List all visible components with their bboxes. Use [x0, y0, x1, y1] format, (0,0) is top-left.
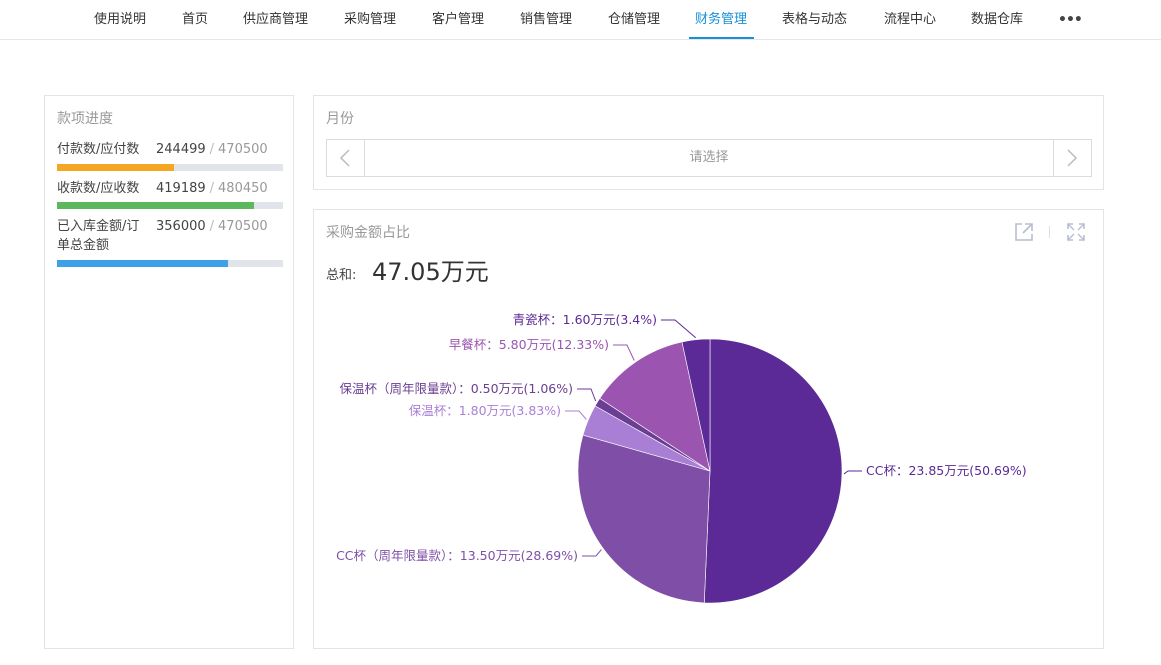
nav-item-process[interactable]: 流程中心 [884, 0, 936, 40]
progress-label-payable: 付款数/应付数 [57, 142, 140, 157]
prev-month-button[interactable] [327, 140, 365, 176]
pie-slice-label: 青瓷杯：1.60万元(3.4%) [513, 312, 657, 327]
month-selector: 请选择 [326, 139, 1092, 177]
nav-item-tables[interactable]: 表格与动态 [782, 0, 847, 40]
progress-fill [57, 164, 175, 171]
progress-bar-stocked [57, 260, 283, 267]
pie-leader-line [613, 344, 635, 361]
nav-item-warehouse[interactable]: 仓储管理 [608, 0, 660, 40]
chevron-left-icon [339, 149, 350, 167]
month-select-input[interactable]: 请选择 [366, 140, 1052, 176]
progress-bar-receivable [57, 202, 283, 209]
pie-leader-line [843, 470, 862, 475]
nav-item-purchase[interactable]: 采购管理 [344, 0, 396, 40]
panel-title: 月份 [326, 111, 354, 127]
nav-item-warehouse-data[interactable]: 数据仓库 [971, 0, 1023, 40]
nav-item-manual[interactable]: 使用说明 [94, 0, 146, 40]
progress-fill [57, 202, 255, 209]
progress-label-receivable: 收款数/应收数 [57, 181, 140, 196]
active-tab-indicator [689, 37, 754, 39]
nav-item-sales[interactable]: 销售管理 [520, 0, 572, 40]
pie-slice-label: CC杯（周年限量款）：13.50万元(28.69%) [336, 548, 578, 563]
progress-value-receivable: 419189/480450 [156, 181, 268, 196]
pie-slice-label: CC杯：23.85万元(50.69%) [866, 463, 1027, 478]
nav-item-customer[interactable]: 客户管理 [432, 0, 484, 40]
more-menu-button[interactable]: ••• [1058, 0, 1083, 40]
progress-fill [57, 260, 228, 267]
pie-leader-line [661, 319, 697, 339]
progress-value-stocked: 356000/470500 [156, 219, 268, 234]
next-month-button[interactable] [1053, 140, 1091, 176]
nav-item-home[interactable]: 首页 [182, 0, 208, 40]
payment-progress-panel: 款项进度 付款数/应付数 244499/470500 收款数/应收数 41918… [44, 95, 294, 649]
top-navigation: 使用说明 首页 供应商管理 采购管理 客户管理 销售管理 仓储管理 财务管理 表… [0, 0, 1161, 40]
pie-leader-line [565, 410, 587, 420]
pie-slice-label: 保温杯（周年限量款）：0.50万元(1.06%) [339, 381, 573, 396]
pie-slice-label: 保温杯：1.80万元(3.83%) [409, 403, 561, 418]
month-filter-panel: 月份 请选择 [313, 95, 1104, 190]
chevron-right-icon [1067, 149, 1078, 167]
panel-title: 款项进度 [57, 111, 113, 127]
purchase-pie-chart: CC杯：23.85万元(50.69%) CC杯（周年限量款）：13.50万元(28… [336, 312, 1027, 604]
progress-label-stocked: 已入库金额/订单总金额 [57, 219, 140, 253]
progress-value-payable: 244499/470500 [156, 142, 268, 157]
purchase-ratio-panel: 采购金额占比 总和: 47.05万元 CC杯：23.85万元(50.69%) CC… [313, 209, 1104, 649]
pie-slice-label: 早餐杯：5.80万元(12.33%) [449, 337, 609, 352]
nav-item-finance[interactable]: 财务管理 [695, 0, 747, 40]
pie-leader-line [577, 388, 597, 402]
pie-leader-line [582, 549, 602, 557]
nav-item-supplier[interactable]: 供应商管理 [243, 0, 308, 40]
pie-slice[interactable] [703, 338, 843, 604]
progress-bar-payable [57, 164, 283, 171]
